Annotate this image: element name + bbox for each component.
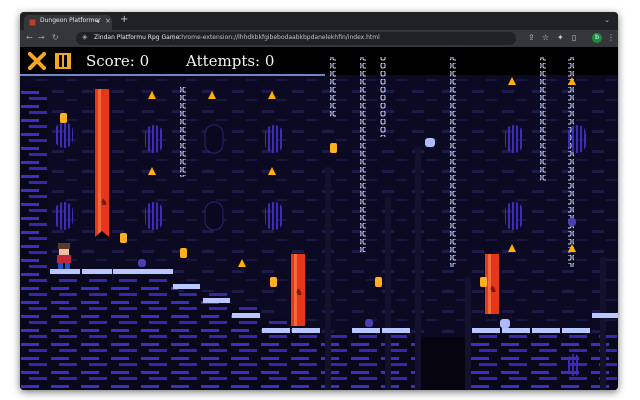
bookmark-star-icon[interactable]: ☆ <box>542 33 549 42</box>
platform <box>382 328 410 333</box>
platform <box>232 313 260 318</box>
tab-search-icon[interactable]: ⌄ <box>604 16 610 24</box>
barred-window <box>265 125 283 153</box>
pause-icon[interactable] <box>54 52 72 70</box>
coin <box>330 143 337 153</box>
pillar <box>325 167 331 390</box>
barred-window <box>145 202 163 230</box>
platform <box>532 328 560 333</box>
arch-window <box>204 201 224 231</box>
profile-avatar[interactable]: b <box>592 33 602 43</box>
browser-toolbar: ← → ↻ ◈ Zindan Platformu Rpg Game | chro… <box>20 30 618 47</box>
hud-divider <box>20 74 325 76</box>
svg-text:♞: ♞ <box>100 198 108 208</box>
omnibox-separator: | <box>172 33 175 41</box>
back-arrow-icon[interactable]: ← <box>26 33 33 42</box>
puzzle-lock-icon[interactable]: ◈ <box>82 33 87 41</box>
skull <box>425 138 435 147</box>
tab-title: Dungeon Platformer <box>40 17 101 24</box>
platform <box>203 298 230 303</box>
coin <box>480 277 487 287</box>
pillar <box>415 147 421 390</box>
dungeon-level[interactable]: ♞ ♞ ♞ <box>20 47 618 390</box>
platform <box>562 328 590 333</box>
platform <box>502 328 530 333</box>
game-viewport[interactable]: ♞ ♞ ♞ Score: 0 Attempts: 0 <box>20 47 618 390</box>
coin <box>375 277 382 287</box>
chain <box>360 57 366 252</box>
platform <box>173 284 200 289</box>
platform <box>113 269 143 274</box>
platform <box>292 328 320 333</box>
barred-window <box>505 125 523 153</box>
address-bar[interactable]: ◈ Zindan Platformu Rpg Game | chrome-ext… <box>76 32 516 45</box>
skull <box>138 259 146 267</box>
extension-name: Zindan Platformu Rpg Game <box>94 34 180 41</box>
svg-text:♞: ♞ <box>489 285 497 295</box>
chain <box>540 57 546 182</box>
chain <box>380 57 386 137</box>
audio-icon[interactable]: ◂ <box>96 18 99 25</box>
brick-floor-right <box>470 334 618 390</box>
coin <box>270 277 277 287</box>
chain <box>450 57 456 267</box>
tab-dungeon-platformer[interactable]: Dungeon Platformer ◂ × <box>24 15 112 30</box>
sidebar-icon[interactable]: ▯ <box>572 33 576 42</box>
barred-window <box>568 125 586 153</box>
dark-pit <box>420 337 470 390</box>
brick-stair-5 <box>260 334 320 390</box>
chain <box>180 87 186 177</box>
browser-window: Dungeon Platformer ◂ × + ⌄ ← → ↻ ◈ Zinda… <box>20 12 618 390</box>
brick-floor-mid <box>320 334 420 390</box>
skull <box>500 319 510 328</box>
svg-text:♞: ♞ <box>295 288 303 298</box>
coin <box>120 233 127 243</box>
new-tab-button[interactable]: + <box>120 14 128 25</box>
url-text[interactable]: chrome-extension://lhhdkbkfgibebodaabkbp… <box>178 34 380 41</box>
barred-window <box>505 202 523 230</box>
left-brick-column <box>20 87 48 390</box>
platform <box>262 328 290 333</box>
platform <box>352 328 380 333</box>
barred-window <box>265 202 283 230</box>
pillar <box>385 197 391 390</box>
tab-strip: Dungeon Platformer ◂ × + ⌄ <box>20 12 618 30</box>
coin <box>180 248 187 258</box>
barred-window <box>55 202 73 230</box>
platform <box>50 269 80 274</box>
platform <box>143 269 173 274</box>
barred-window <box>55 122 73 148</box>
coin <box>60 113 67 123</box>
attempts-label: Attempts: 0 <box>186 52 275 70</box>
chain <box>330 57 336 117</box>
red-banner: ♞ <box>291 254 305 326</box>
skull <box>365 319 373 327</box>
pillar <box>600 257 606 390</box>
platform <box>82 269 112 274</box>
menu-icon[interactable]: ⋮ <box>607 33 615 42</box>
extensions-icon[interactable]: ✦ <box>557 33 564 42</box>
close-x-icon[interactable] <box>28 52 46 70</box>
brick-stair-1 <box>48 277 178 390</box>
chain <box>568 57 574 267</box>
platform <box>592 313 618 318</box>
barred-window <box>568 354 580 376</box>
red-banner: ♞ <box>485 254 499 314</box>
pillar <box>465 277 471 390</box>
platform <box>472 328 500 333</box>
reload-icon[interactable]: ↻ <box>52 33 59 42</box>
score-label: Score: 0 <box>86 52 150 70</box>
skull <box>568 218 576 226</box>
forward-arrow-icon[interactable]: → <box>38 33 45 42</box>
tab-close-icon[interactable]: × <box>105 17 111 25</box>
share-icon[interactable]: ⇪ <box>528 33 535 42</box>
barred-window <box>145 125 163 153</box>
game-favicon-icon <box>29 19 36 26</box>
game-hud: Score: 0 Attempts: 0 <box>20 47 325 76</box>
arch-window <box>204 124 224 154</box>
red-banner: ♞ <box>95 89 109 237</box>
